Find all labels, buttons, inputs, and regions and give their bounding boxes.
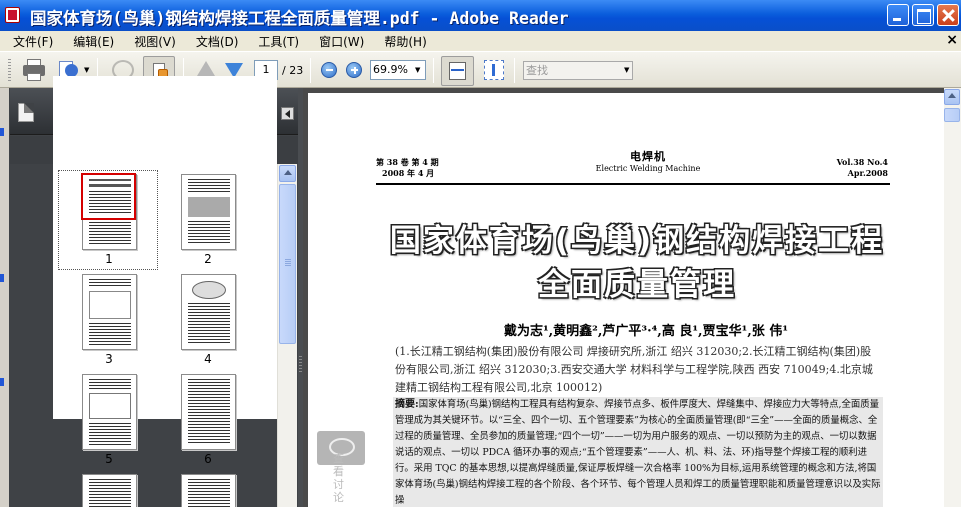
header-rule — [376, 183, 890, 185]
close-document-icon[interactable]: × — [946, 32, 958, 48]
visible-area-indicator[interactable] — [81, 173, 136, 220]
journal-title-en: Electric Welding Machine — [595, 164, 701, 173]
minimize-button[interactable] — [887, 4, 909, 26]
page-thumbnail[interactable] — [82, 474, 137, 507]
volume-label-en: Vol.38 No.4 — [836, 157, 888, 167]
abstract: 摘要:国家体育场(鸟巢)钢结构工程具有结构复杂、焊接节点多、板件厚度大、焊缝集中… — [393, 397, 883, 507]
scroll-up-icon[interactable] — [279, 165, 296, 182]
adobe-reader-icon[interactable] — [5, 7, 20, 23]
page-thumbnail[interactable] — [181, 274, 236, 350]
abstract-text: 国家体育场(鸟巢)钢结构工程具有结构复杂、焊接节点多、板件厚度大、焊缝集中、焊接… — [395, 399, 881, 506]
menu-window[interactable]: 窗口(W) — [307, 33, 372, 50]
date-label-en: Apr.2008 — [847, 168, 888, 178]
thumbnail-label: 5 — [105, 452, 113, 466]
thumbnail-label: 4 — [204, 352, 212, 366]
journal-issue: Vol.38 No.4 Apr.2008 — [808, 157, 888, 179]
journal-name: 电焊机 Electric Welding Machine — [578, 151, 718, 175]
page-total: / 23 — [282, 64, 304, 77]
menu-tools[interactable]: 工具(T) — [246, 33, 307, 50]
maximize-button[interactable] — [912, 4, 934, 26]
abstract-label: 摘要: — [395, 399, 419, 410]
nav-tab-marker[interactable] — [0, 274, 4, 282]
page-thumbnail[interactable] — [82, 274, 137, 350]
pages-icon[interactable] — [18, 103, 34, 122]
search-input[interactable]: 查找 — [523, 61, 633, 80]
close-button[interactable] — [937, 4, 959, 26]
nav-tab-marker[interactable] — [0, 128, 4, 136]
thumbnail-scrollbar[interactable] — [277, 164, 297, 507]
document-area: 第 38 卷 第 4 期 2008 年 4 月 电焊机 Electric Wel… — [303, 88, 961, 507]
scroll-thumb[interactable] — [944, 108, 960, 122]
menu-bar: 文件(F) 编辑(E) 视图(V) 文档(D) 工具(T) 窗口(W) 帮助(H… — [0, 31, 961, 51]
collaborate-dropdown-icon[interactable]: ▼ — [84, 66, 89, 74]
menu-document[interactable]: 文档(D) — [184, 33, 247, 50]
toolbar-separator — [310, 58, 311, 83]
zoom-in-icon[interactable] — [346, 62, 362, 78]
page-thumbnail[interactable] — [181, 474, 236, 507]
page-thumbnail[interactable] — [82, 374, 137, 450]
date-label: 2008 年 4 月 — [382, 168, 435, 178]
volume-label: 第 38 卷 第 4 期 — [376, 157, 439, 167]
affiliations: (1.长江精工钢结构(集团)股份有限公司 焊接研究所,浙江 绍兴 312030;… — [395, 345, 873, 394]
menu-file[interactable]: 文件(F) — [0, 33, 61, 50]
scroll-thumb[interactable] — [279, 184, 296, 344]
toolbar-separator — [433, 58, 434, 83]
toolbar-separator — [514, 58, 515, 83]
comment-label[interactable]: 查看讨论 — [333, 452, 347, 504]
zoom-dropdown-icon[interactable]: ▼ — [415, 66, 420, 74]
scroll-up-icon[interactable] — [944, 89, 960, 105]
menu-view[interactable]: 视图(V) — [122, 33, 184, 50]
fit-page-icon[interactable] — [441, 56, 474, 86]
fit-width-icon[interactable] — [484, 60, 504, 80]
thumbnail-label: 3 — [105, 352, 113, 366]
navigation-pane-buttons — [0, 88, 9, 507]
menu-help[interactable]: 帮助(H) — [372, 33, 434, 50]
thumbnail-label: 1 — [105, 252, 113, 266]
journal-volume: 第 38 卷 第 4 期 2008 年 4 月 — [376, 157, 439, 179]
zoom-out-icon[interactable] — [321, 62, 337, 78]
collapse-panel-button[interactable] — [281, 107, 294, 120]
page-thumbnail[interactable] — [181, 174, 236, 250]
menu-edit[interactable]: 编辑(E) — [61, 33, 122, 50]
thumbnail-label: 6 — [204, 452, 212, 466]
document-scrollbar[interactable] — [944, 88, 961, 507]
page-thumbnail[interactable] — [181, 374, 236, 450]
toolbar-grip[interactable] — [8, 59, 11, 81]
nav-tab-marker[interactable] — [0, 378, 4, 386]
journal-title-cn: 电焊机 — [630, 150, 666, 163]
article-title-line2: 全面质量管理 — [538, 267, 736, 303]
article-title: 国家体育场(鸟巢)钢结构焊接工程 — [389, 223, 885, 259]
search-dropdown-icon[interactable]: ▼ — [624, 66, 629, 74]
title-bar[interactable]: 国家体育场(鸟巢)钢结构焊接工程全面质量管理.pdf - Adobe Reade… — [0, 0, 961, 31]
window-title: 国家体育场(鸟巢)钢结构焊接工程全面质量管理.pdf - Adobe Reade… — [30, 9, 569, 28]
thumbnail-label: 2 — [204, 252, 212, 266]
authors: 戴为志¹,黄明鑫²,芦广平³·⁴,高 良¹,贾宝华¹,张 伟¹ — [503, 324, 789, 339]
printer-icon[interactable] — [22, 57, 46, 83]
pdf-page: 第 38 卷 第 4 期 2008 年 4 月 电焊机 Electric Wel… — [308, 93, 944, 507]
